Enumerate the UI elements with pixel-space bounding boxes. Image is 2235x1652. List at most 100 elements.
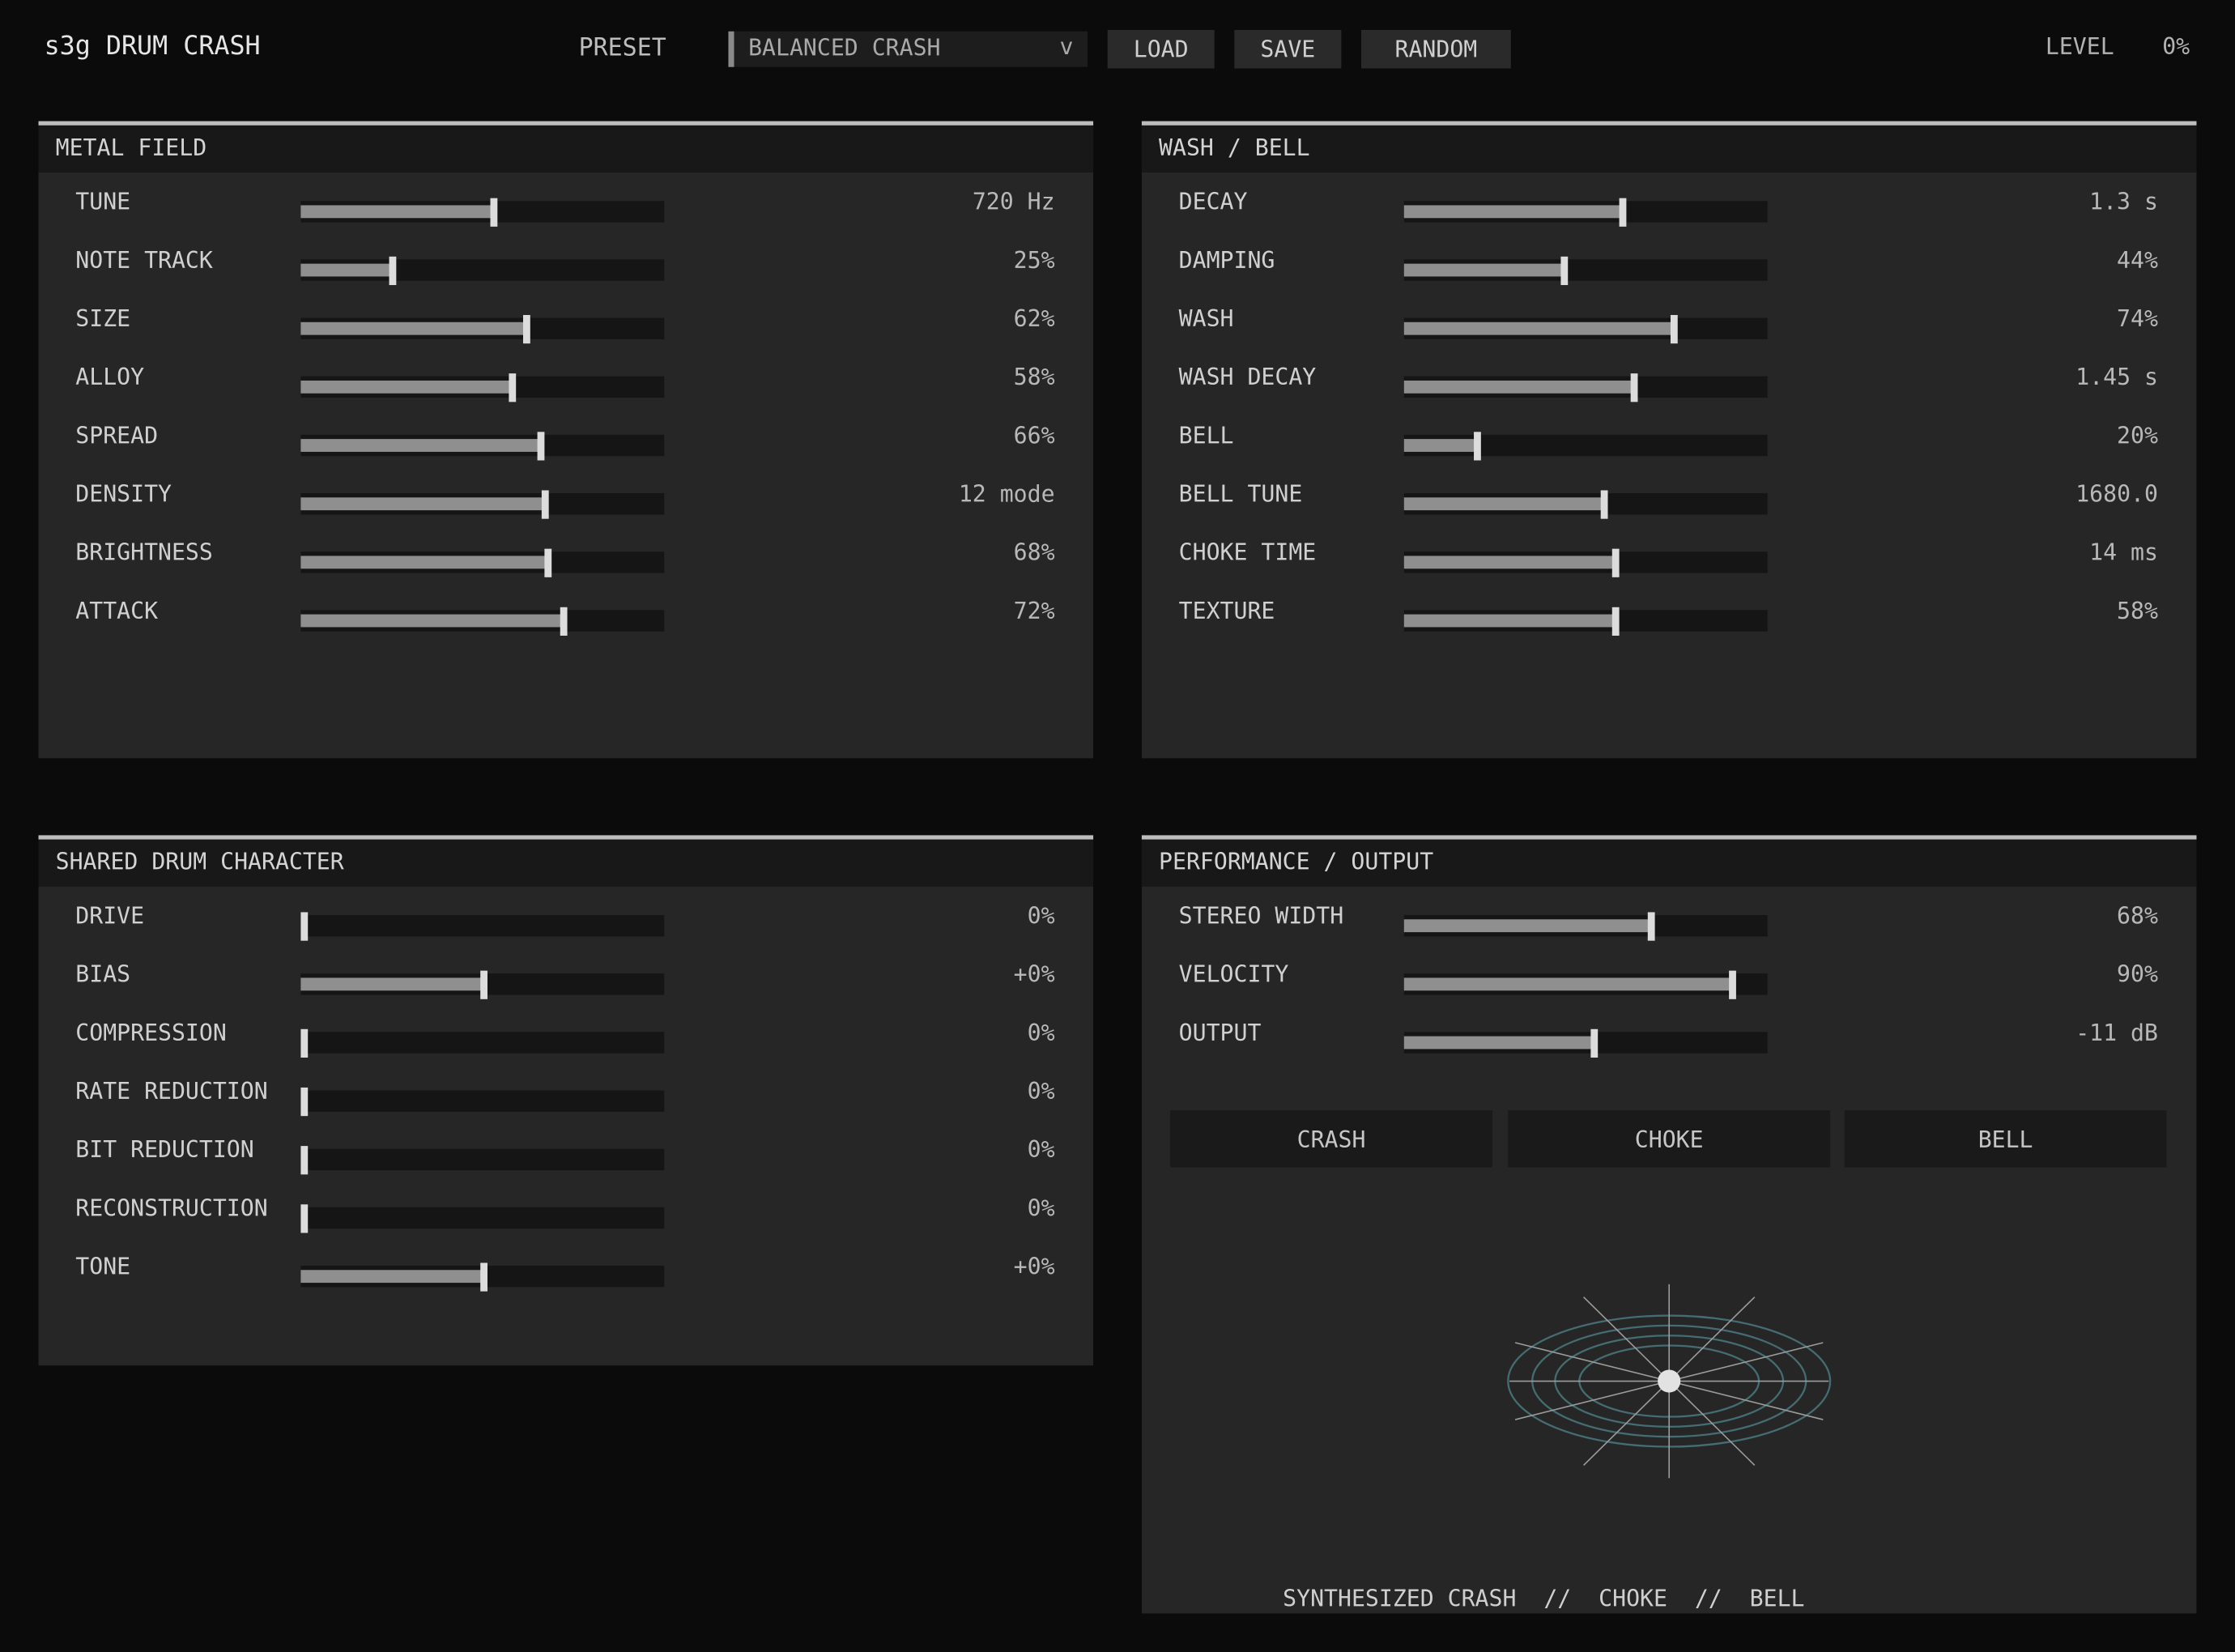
slider-track[interactable] xyxy=(300,1087,665,1117)
slider-fill xyxy=(300,497,545,511)
control-row: DRIVE 0% xyxy=(39,902,1094,945)
slider-track[interactable] xyxy=(1403,970,1768,999)
slider-thumb[interactable] xyxy=(490,198,498,227)
slider-fill xyxy=(1403,1036,1594,1050)
bell-pad[interactable]: BELL xyxy=(1844,1110,2167,1168)
slider-track[interactable] xyxy=(300,1262,665,1292)
slider-thumb[interactable] xyxy=(1590,1028,1599,1058)
slider-track[interactable] xyxy=(300,490,665,519)
control-row: COMPRESSION 0% xyxy=(39,1019,1094,1062)
choke-pad[interactable]: CHOKE xyxy=(1508,1110,1831,1168)
slider-track[interactable] xyxy=(1403,373,1768,402)
slider-thumb[interactable] xyxy=(300,1028,309,1058)
slider-fill xyxy=(1403,977,1732,991)
control-value: 62% xyxy=(1013,304,1055,333)
panel-header: METAL FIELD xyxy=(38,125,1094,172)
control-label: TUNE xyxy=(75,188,131,215)
control-row: RECONSTRUCTION 0% xyxy=(39,1194,1094,1237)
slider-fill xyxy=(1403,439,1477,452)
control-row: DECAY 1.3 s xyxy=(1142,188,2197,231)
preset-dropdown[interactable]: BALANCED CRASH v xyxy=(728,31,1088,67)
slider-thumb[interactable] xyxy=(300,1146,309,1175)
load-button[interactable]: LOAD xyxy=(1107,29,1215,69)
control-value: 0% xyxy=(1027,1019,1055,1046)
slider-thumb[interactable] xyxy=(480,1262,487,1292)
control-label: BIAS xyxy=(75,960,131,988)
slider-track[interactable] xyxy=(1403,490,1768,519)
control-label: BIT REDUCTION xyxy=(75,1135,254,1164)
control-row: DAMPING 44% xyxy=(1142,246,2197,289)
slider-track[interactable] xyxy=(1403,198,1768,227)
slider-thumb[interactable] xyxy=(522,314,530,344)
control-value: 0% xyxy=(1027,902,1055,930)
slider-thumb[interactable] xyxy=(1600,490,1608,519)
control-row: VELOCITY 90% xyxy=(1142,960,2197,1003)
slider-thumb[interactable] xyxy=(1729,970,1736,999)
control-label: SPREAD xyxy=(75,421,159,449)
control-value: 74% xyxy=(2117,304,2158,333)
slider-track[interactable] xyxy=(300,373,665,402)
slider-track[interactable] xyxy=(300,198,665,227)
slider-track[interactable] xyxy=(1403,256,1768,286)
slider-fill xyxy=(1403,321,1674,335)
slider-track[interactable] xyxy=(300,1204,665,1233)
slider-thumb[interactable] xyxy=(544,548,552,577)
slider-track[interactable] xyxy=(1403,432,1768,461)
panel-title: SHARED DRUM CHARACTER xyxy=(55,848,344,875)
slider-thumb[interactable] xyxy=(537,432,545,461)
slider-thumb[interactable] xyxy=(300,912,309,941)
slider-track[interactable] xyxy=(1403,548,1768,577)
slider-thumb[interactable] xyxy=(1560,256,1569,286)
slider-track[interactable] xyxy=(300,1146,665,1175)
control-label: SIZE xyxy=(75,304,131,333)
slider-track[interactable] xyxy=(1403,912,1768,941)
slider-fill xyxy=(1403,263,1564,277)
slider-track[interactable] xyxy=(1403,314,1768,344)
slider-track[interactable] xyxy=(300,548,665,577)
slider-thumb[interactable] xyxy=(300,1204,309,1233)
control-row: RATE REDUCTION 0% xyxy=(39,1078,1094,1121)
slider-thumb[interactable] xyxy=(541,490,549,519)
control-row: BELL TUNE 1680.0 xyxy=(1142,480,2197,523)
slider-track[interactable] xyxy=(300,256,665,286)
slider-track[interactable] xyxy=(300,607,665,637)
slider-track[interactable] xyxy=(300,314,665,344)
slider-track[interactable] xyxy=(1403,607,1768,637)
slider-thumb[interactable] xyxy=(1619,198,1627,227)
control-row: NOTE TRACK 25% xyxy=(39,246,1094,289)
control-value: 44% xyxy=(2117,246,2158,274)
slider-track[interactable] xyxy=(300,970,665,999)
control-row: WASH 74% xyxy=(1142,305,2197,348)
slider-track[interactable] xyxy=(300,1028,665,1058)
slider-thumb[interactable] xyxy=(509,373,517,402)
slider-fill xyxy=(300,614,564,628)
control-value: 25% xyxy=(1013,246,1055,274)
metal-field-panel: METAL FIELD TUNE 720 Hz NOTE TRACK 25% SIZE 6… xyxy=(38,121,1094,759)
slider-thumb[interactable] xyxy=(1611,607,1620,637)
slider-thumb[interactable] xyxy=(389,256,397,286)
slider-thumb[interactable] xyxy=(1630,373,1638,402)
save-button[interactable]: SAVE xyxy=(1234,29,1342,69)
slider-thumb[interactable] xyxy=(300,1087,309,1117)
slider-track[interactable] xyxy=(1403,1028,1768,1058)
control-label: DRIVE xyxy=(75,902,145,930)
control-row: STEREO WIDTH 68% xyxy=(1142,902,2197,945)
preset-label: PRESET xyxy=(578,34,666,63)
slider-fill xyxy=(300,263,393,277)
slider-track[interactable] xyxy=(300,432,665,461)
random-button[interactable]: RANDOM xyxy=(1360,29,1511,69)
control-label: ATTACK xyxy=(75,597,159,624)
control-label: WASH xyxy=(1178,304,1234,333)
crash-pad[interactable]: CRASH xyxy=(1170,1110,1492,1168)
slider-thumb[interactable] xyxy=(480,970,487,999)
preset-value: BALANCED CRASH xyxy=(748,34,941,62)
control-value: 66% xyxy=(1013,421,1055,449)
slider-thumb[interactable] xyxy=(1647,912,1655,941)
slider-thumb[interactable] xyxy=(1611,548,1620,577)
slider-thumb[interactable] xyxy=(1474,432,1481,461)
control-value: 1.3 s xyxy=(2089,188,2158,215)
slider-track[interactable] xyxy=(300,912,665,941)
slider-thumb[interactable] xyxy=(1670,314,1678,344)
slider-fill xyxy=(1403,556,1616,569)
slider-thumb[interactable] xyxy=(560,607,568,637)
